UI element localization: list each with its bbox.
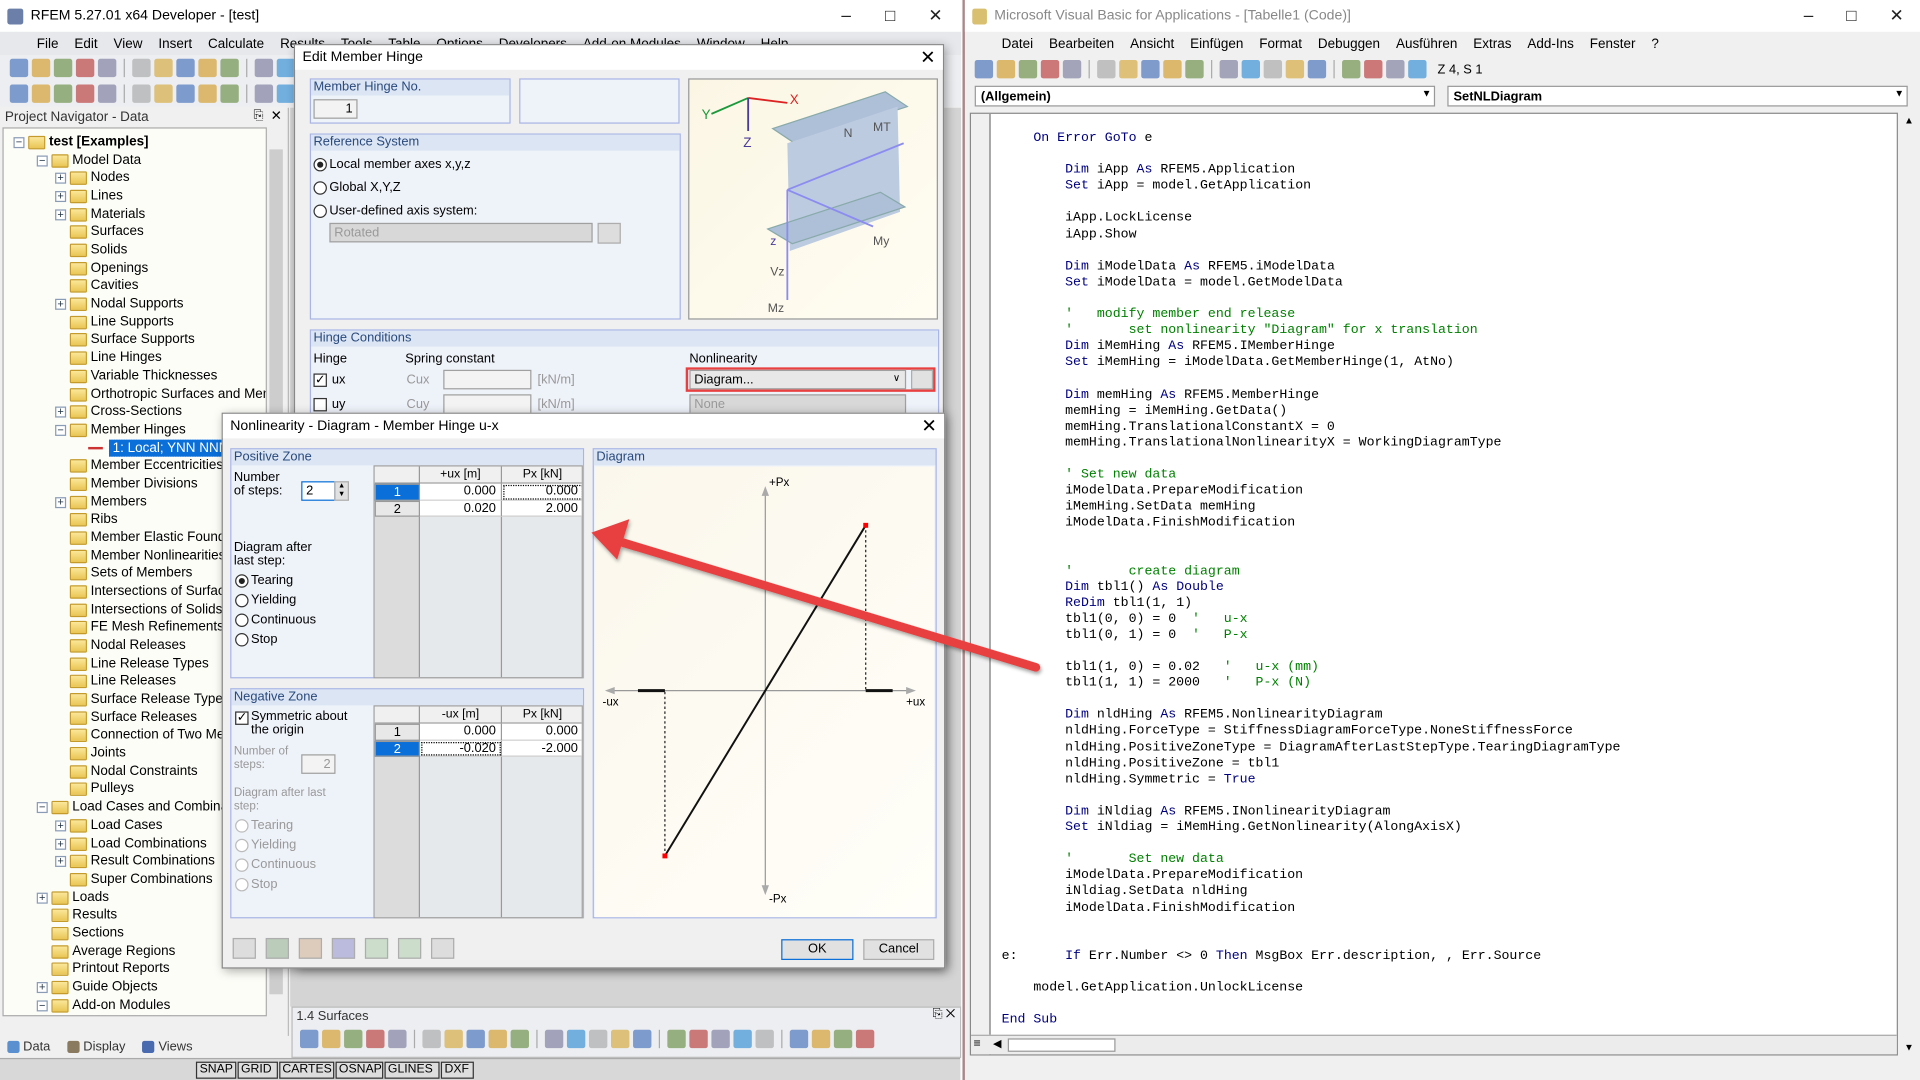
desktop: RFEM 5.27.01 x64 Developer - [test] – □ … [0, 0, 1920, 1080]
annotation-arrow [591, 519, 1041, 672]
